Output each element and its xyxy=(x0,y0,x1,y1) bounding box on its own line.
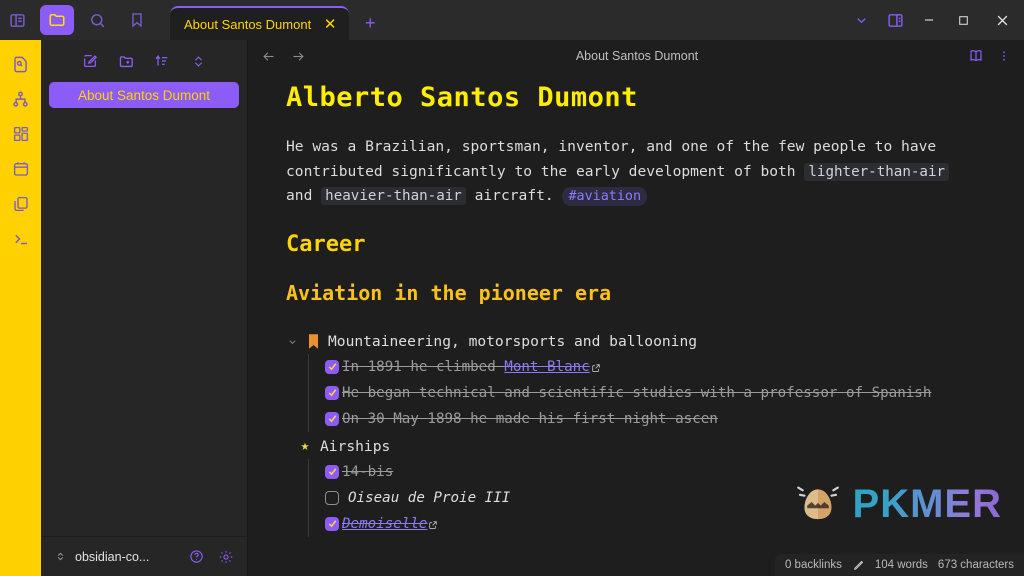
inline-code-lighter-than-air: lighter-than-air xyxy=(804,162,950,181)
pencil-icon[interactable] xyxy=(852,559,865,572)
app-body: About Santos Dumont obsidian-co... About… xyxy=(0,40,1024,576)
file-explorer-toolbar xyxy=(41,44,247,78)
bookmark-icon[interactable] xyxy=(120,5,154,35)
graph-view-icon[interactable] xyxy=(7,87,35,111)
collapse-all-icon[interactable] xyxy=(187,50,209,72)
titlebar-icon-group xyxy=(0,0,154,40)
file-list: About Santos Dumont xyxy=(41,78,247,536)
checkbox-checked-icon[interactable] xyxy=(325,516,339,531)
task-label: 14-bis xyxy=(342,463,394,480)
heading-aviation-pioneer-era: Aviation in the pioneer era xyxy=(286,280,612,305)
editor-pane: About Santos Dumont Alberto Santos Dumon… xyxy=(248,40,1024,576)
help-icon[interactable] xyxy=(185,546,207,568)
heading-career: Career xyxy=(286,231,366,257)
paragraph-part-2: and xyxy=(286,187,322,204)
task-oiseau-de-proie-iii[interactable]: Oiseau de Proie III xyxy=(325,485,980,511)
vault-name: obsidian-co... xyxy=(75,549,150,564)
task-technical-studies[interactable]: He began technical and scientific studie… xyxy=(325,380,980,406)
tab-label: About Santos Dumont xyxy=(184,16,312,32)
note-content[interactable]: Alberto Santos Dumont He was a Brazilian… xyxy=(248,72,1024,576)
gear-icon[interactable] xyxy=(215,546,237,568)
sort-order-icon[interactable] xyxy=(151,50,173,72)
vault-switcher[interactable]: obsidian-co... xyxy=(41,536,247,576)
task-label: On 30 May 1898 he made his first night a… xyxy=(342,410,718,427)
task-label: In 1891 he climbed Mont Blanc xyxy=(342,359,601,375)
file-item-label: About Santos Dumont xyxy=(77,87,211,103)
terminal-icon[interactable] xyxy=(7,227,35,251)
list-item[interactable]: ★ Airships xyxy=(286,434,980,459)
external-link-icon xyxy=(428,520,438,530)
list-group-mountaineering: Mountaineering, motorsports and ballooni… xyxy=(286,329,980,432)
plugins-grid-icon[interactable] xyxy=(7,122,35,146)
back-arrow-icon[interactable] xyxy=(260,48,276,64)
checkbox-checked-icon[interactable] xyxy=(325,411,339,426)
word-count[interactable]: 104 words xyxy=(875,559,928,571)
internal-link-mont-blanc[interactable]: Mont Blanc xyxy=(504,359,589,375)
list-group-airships: ★ Airships 14-bis Oiseau de Proie III De… xyxy=(286,434,980,537)
folder-icon[interactable] xyxy=(40,5,74,35)
more-options-icon[interactable] xyxy=(996,48,1012,64)
view-actions xyxy=(968,48,1012,64)
task-list: In 1891 he climbed Mont Blanc He began t… xyxy=(308,353,980,432)
obsidian-window: About Santos Dumont ✕ + About Santos Dum… xyxy=(0,0,1024,576)
character-count[interactable]: 673 characters xyxy=(938,559,1014,571)
tab-strip: About Santos Dumont ✕ + xyxy=(154,0,844,40)
checkbox-checked-icon[interactable] xyxy=(325,464,339,479)
forward-arrow-icon[interactable] xyxy=(290,48,306,64)
minimize-button[interactable] xyxy=(912,3,946,37)
task-list: 14-bis Oiseau de Proie III Demoiselle xyxy=(308,458,980,537)
tag-aviation[interactable]: #aviation xyxy=(562,187,648,206)
paragraph-part-3: aircraft. xyxy=(465,187,563,204)
calendar-icon[interactable] xyxy=(7,157,35,181)
star-bullet-icon: ★ xyxy=(300,438,310,454)
search-icon[interactable] xyxy=(80,5,114,35)
maximize-button[interactable] xyxy=(946,3,980,37)
task-label: Oiseau de Proie III xyxy=(348,489,511,506)
status-bar: 0 backlinks 104 words 673 characters xyxy=(774,554,1024,576)
task-label: He began technical and scientific studie… xyxy=(342,384,932,401)
page-title: Alberto Santos Dumont xyxy=(286,82,638,113)
checkbox-checked-icon[interactable] xyxy=(325,359,339,374)
new-folder-icon[interactable] xyxy=(115,50,137,72)
chevron-down-icon[interactable] xyxy=(286,336,298,347)
list-item[interactable]: Mountaineering, motorsports and ballooni… xyxy=(286,329,980,354)
left-sidebar: About Santos Dumont obsidian-co... xyxy=(41,40,248,576)
close-button[interactable] xyxy=(980,0,1024,40)
checkbox-checked-icon[interactable] xyxy=(325,385,339,400)
external-link-icon xyxy=(591,363,601,373)
left-ribbon xyxy=(0,40,41,576)
chevron-updown-icon xyxy=(55,551,67,562)
task-demoiselle[interactable]: Demoiselle xyxy=(325,511,980,537)
list-item-label: Mountaineering, motorsports and ballooni… xyxy=(328,332,698,350)
list-item-label: Airships xyxy=(320,437,391,455)
quick-switcher-icon[interactable] xyxy=(7,52,35,76)
task-14-bis[interactable]: 14-bis xyxy=(325,459,980,485)
task-label: Demoiselle xyxy=(342,516,438,532)
toggle-left-sidebar-icon[interactable] xyxy=(0,5,34,35)
copy-pages-icon[interactable] xyxy=(7,192,35,216)
toggle-right-sidebar-icon[interactable] xyxy=(878,3,912,37)
tab-list-chevron-icon[interactable] xyxy=(844,3,878,37)
task-mont-blanc[interactable]: In 1891 he climbed Mont Blanc xyxy=(325,354,980,380)
reading-mode-icon[interactable] xyxy=(968,48,984,64)
view-header: About Santos Dumont xyxy=(248,40,1024,72)
internal-link-demoiselle[interactable]: Demoiselle xyxy=(342,516,427,532)
new-note-icon[interactable] xyxy=(79,50,101,72)
file-item-about-santos-dumont[interactable]: About Santos Dumont xyxy=(49,82,239,108)
inline-code-heavier-than-air: heavier-than-air xyxy=(321,187,466,205)
checkbox-unchecked-icon[interactable] xyxy=(325,490,339,505)
intro-paragraph: He was a Brazilian, sportsman, inventor,… xyxy=(286,135,980,210)
close-icon[interactable]: ✕ xyxy=(321,15,339,33)
tab-about-santos-dumont[interactable]: About Santos Dumont ✕ xyxy=(170,6,350,40)
window-controls xyxy=(844,0,1024,40)
nav-arrows xyxy=(260,48,306,64)
titlebar: About Santos Dumont ✕ + xyxy=(0,0,1024,40)
new-tab-button[interactable]: + xyxy=(355,6,385,40)
view-title: About Santos Dumont xyxy=(575,49,699,63)
bookmark-flag-bullet-icon xyxy=(306,333,320,349)
task-first-night-ascent[interactable]: On 30 May 1898 he made his first night a… xyxy=(325,406,980,432)
backlinks-count[interactable]: 0 backlinks xyxy=(785,559,842,571)
